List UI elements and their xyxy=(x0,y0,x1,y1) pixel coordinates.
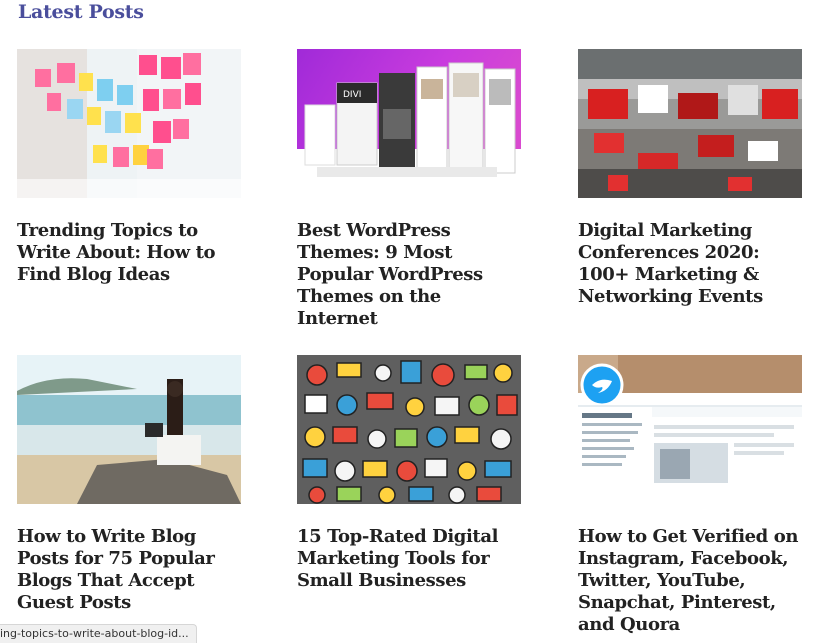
post-title-link[interactable]: How to Get Verified on Instagram, Facebo… xyxy=(578,526,803,636)
post-card[interactable]: DIVI Best WordPress Themes: 9 Most Popul… xyxy=(297,49,522,330)
post-card[interactable]: Trending Topics to Write About: How to F… xyxy=(17,49,242,286)
post-card[interactable]: How to Write Blog Posts for 75 Popular B… xyxy=(17,355,242,614)
post-thumbnail[interactable] xyxy=(17,355,241,504)
post-title-link[interactable]: How to Write Blog Posts for 75 Popular B… xyxy=(17,526,242,614)
section-title: Latest Posts xyxy=(18,1,144,23)
post-title-link[interactable]: 15 Top-Rated Digital Marketing Tools for… xyxy=(297,526,522,592)
post-card[interactable]: How to Get Verified on Instagram, Facebo… xyxy=(578,355,803,636)
post-thumbnail[interactable] xyxy=(297,355,521,504)
post-title-link[interactable]: Best WordPress Themes: 9 Most Popular Wo… xyxy=(297,220,522,330)
post-card[interactable]: Digital Marketing Conferences 2020: 100+… xyxy=(578,49,803,308)
svg-text:DIVI: DIVI xyxy=(343,90,361,100)
post-title-link[interactable]: Trending Topics to Write About: How to F… xyxy=(17,220,242,286)
browser-status-bar: ing-topics-to-write-about-blog-id... xyxy=(0,624,197,643)
post-thumbnail[interactable]: DIVI xyxy=(297,49,521,198)
post-card[interactable]: 15 Top-Rated Digital Marketing Tools for… xyxy=(297,355,522,592)
post-thumbnail[interactable] xyxy=(578,49,802,198)
post-title-link[interactable]: Digital Marketing Conferences 2020: 100+… xyxy=(578,220,803,308)
post-thumbnail[interactable] xyxy=(17,49,241,198)
post-thumbnail[interactable] xyxy=(578,355,802,504)
